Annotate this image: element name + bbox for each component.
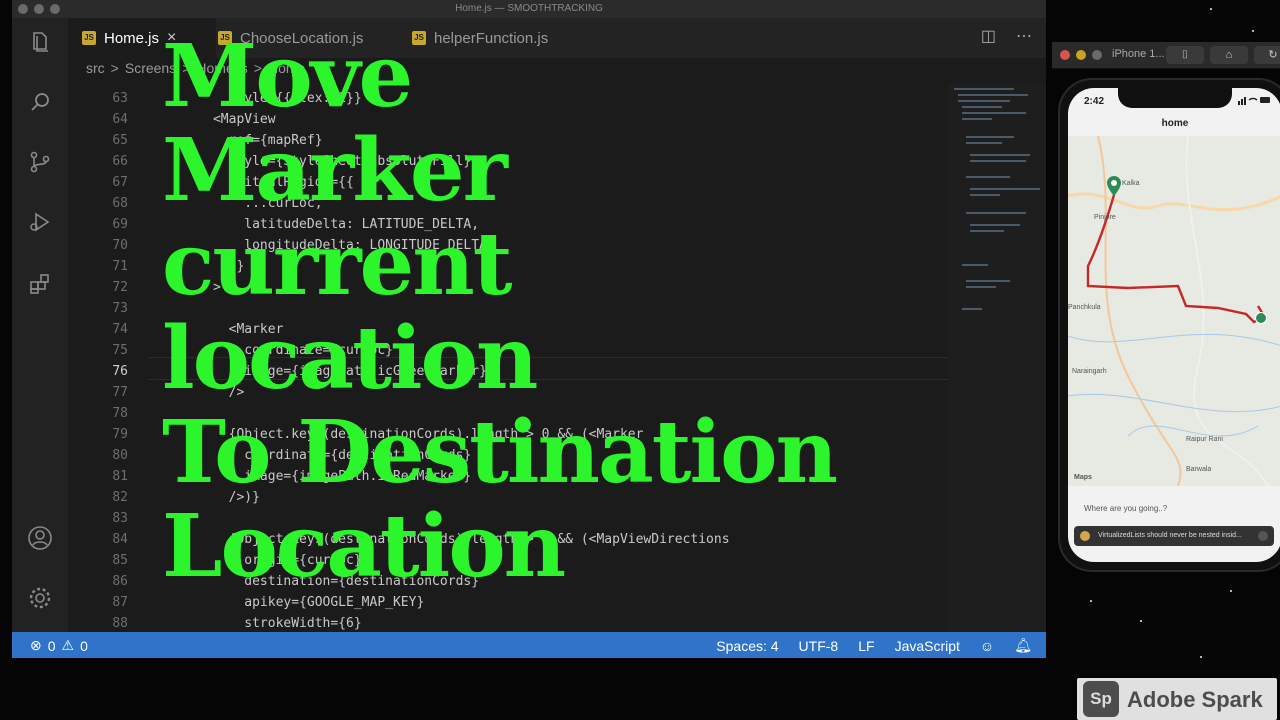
line-number: 76 [112,364,128,379]
map-label: Barwala [1186,466,1212,473]
line-number: 84 [112,532,128,547]
overlay-line: Move [162,26,413,127]
line-number: 86 [112,574,128,589]
account-icon[interactable] [26,524,54,552]
line-number: 69 [112,217,128,232]
rotate-icon[interactable]: ↻ [1254,46,1280,64]
simulator-close-button[interactable] [1060,50,1070,60]
activity-bar [12,18,68,632]
breadcrumb-item[interactable]: src [86,60,105,76]
apple-maps-logo: Maps [1074,474,1092,481]
where-label[interactable]: Where are you going..? [1084,504,1167,513]
adobe-spark-watermark: Sp Adobe Spark [1077,678,1277,720]
extensions-icon[interactable] [26,270,54,298]
line-number: 67 [112,175,128,190]
settings-gear-icon[interactable] [26,584,54,612]
map-label: Naraingarh [1072,368,1107,375]
phone-notch [1118,88,1232,108]
overlay-line: Marker [162,120,508,221]
overlay-line: Location [162,496,566,597]
spark-logo: Sp [1083,681,1119,717]
simulator-title: iPhone 1... [1112,48,1165,60]
js-file-icon: JS [82,31,96,45]
origin-marker-icon[interactable] [1106,176,1122,196]
overlay-line: current [162,214,512,315]
screenshot-icon[interactable]: ⌷ [1166,46,1204,64]
breadcrumb-separator: > [110,60,119,76]
map-label: Raipur Rani [1186,436,1223,443]
line-number: 74 [112,322,128,337]
spark-text: Adobe Spark [1127,687,1263,712]
map-view[interactable]: Kalka Pinjore Panchkula Naraingarh Raipu… [1068,135,1280,487]
indentation-status[interactable]: Spaces: 4 [716,638,778,654]
map-label: Kalka [1122,180,1140,187]
simulator-minimize-button[interactable] [1076,50,1086,60]
language-mode-status[interactable]: JavaScript [895,638,960,654]
tab-label: Home.js [104,29,160,47]
iphone-simulator: 2:42 home Kalka Pinjore Panchkula Narain… [1058,78,1280,572]
line-number: 87 [112,595,128,610]
dismiss-toast-icon[interactable] [1258,531,1268,541]
run-debug-icon[interactable] [26,208,54,236]
home-icon[interactable]: ⌂ [1210,46,1248,64]
nav-title: home [1161,118,1189,129]
toast-message: VirtualizedLists should never be nested … [1098,532,1242,539]
warning-icon: ⚠ [61,637,75,653]
line-number: 81 [112,469,128,484]
line-number: 77 [112,385,128,400]
line-number: 78 [112,406,128,421]
line-number: 70 [112,238,128,253]
warning-count: 0 [80,637,88,654]
line-number: 64 [112,112,128,127]
window-title: Home.js — SMOOTHTRACKING [455,3,603,14]
status-bar: ⊗ 0 ⚠ 0 Spaces: 4 UTF-8 LF JavaScript ☺ … [12,632,1046,658]
problems-indicator[interactable]: ⊗ 0 ⚠ 0 [30,637,88,654]
title-bar: Home.js — SMOOTHTRACKING [12,0,1046,18]
notifications-bell-icon[interactable]: 🔔︎ [1014,637,1032,654]
video-title-overlay: Move Marker current location To Destinat… [162,30,1042,594]
line-number: 72 [112,280,128,295]
simulator-titlebar: iPhone 1... ⌷ ⌂ ↻ [1052,42,1280,69]
eol-status[interactable]: LF [858,638,874,654]
line-number: 66 [112,154,128,169]
line-number: 71 [112,259,128,274]
source-control-icon[interactable] [26,148,54,176]
error-count: 0 [47,637,56,654]
status-time: 2:42 [1084,96,1105,107]
search-icon[interactable] [26,88,54,116]
line-number: 88 [112,616,128,631]
warning-toast[interactable]: VirtualizedLists should never be nested … [1074,526,1274,546]
line-number: 83 [112,511,128,526]
line-number: 80 [112,448,128,463]
line-number: 82 [112,490,128,505]
line-number: 65 [112,133,128,148]
line-number: 79 [112,427,128,442]
warning-dot-icon [1080,531,1090,541]
code-line[interactable]: 88 strokeWidth={6} [68,613,948,634]
map-label: Panchkula [1068,304,1101,311]
map-label: Pinjore [1094,214,1116,221]
encoding-status[interactable]: UTF-8 [799,638,839,654]
simulator-zoom-button[interactable] [1092,50,1102,60]
line-number: 68 [112,196,128,211]
app-screen: 2:42 home Kalka Pinjore Panchkula Narain… [1068,88,1280,562]
line-number: 73 [112,301,128,316]
explorer-icon[interactable] [26,28,54,56]
signal-wifi-battery-icon [1238,97,1270,105]
line-number: 75 [112,343,128,358]
destination-marker-icon[interactable] [1255,312,1267,324]
overlay-line: To Destination [162,402,838,503]
feedback-icon[interactable]: ☺ [980,638,994,654]
code-text[interactable]: strokeWidth={6} [166,613,361,634]
map-tiles [1068,135,1280,487]
overlay-line: location [162,308,538,409]
line-number: 63 [112,91,128,106]
line-number: 85 [112,553,128,568]
error-icon: ⊗ [30,637,42,653]
